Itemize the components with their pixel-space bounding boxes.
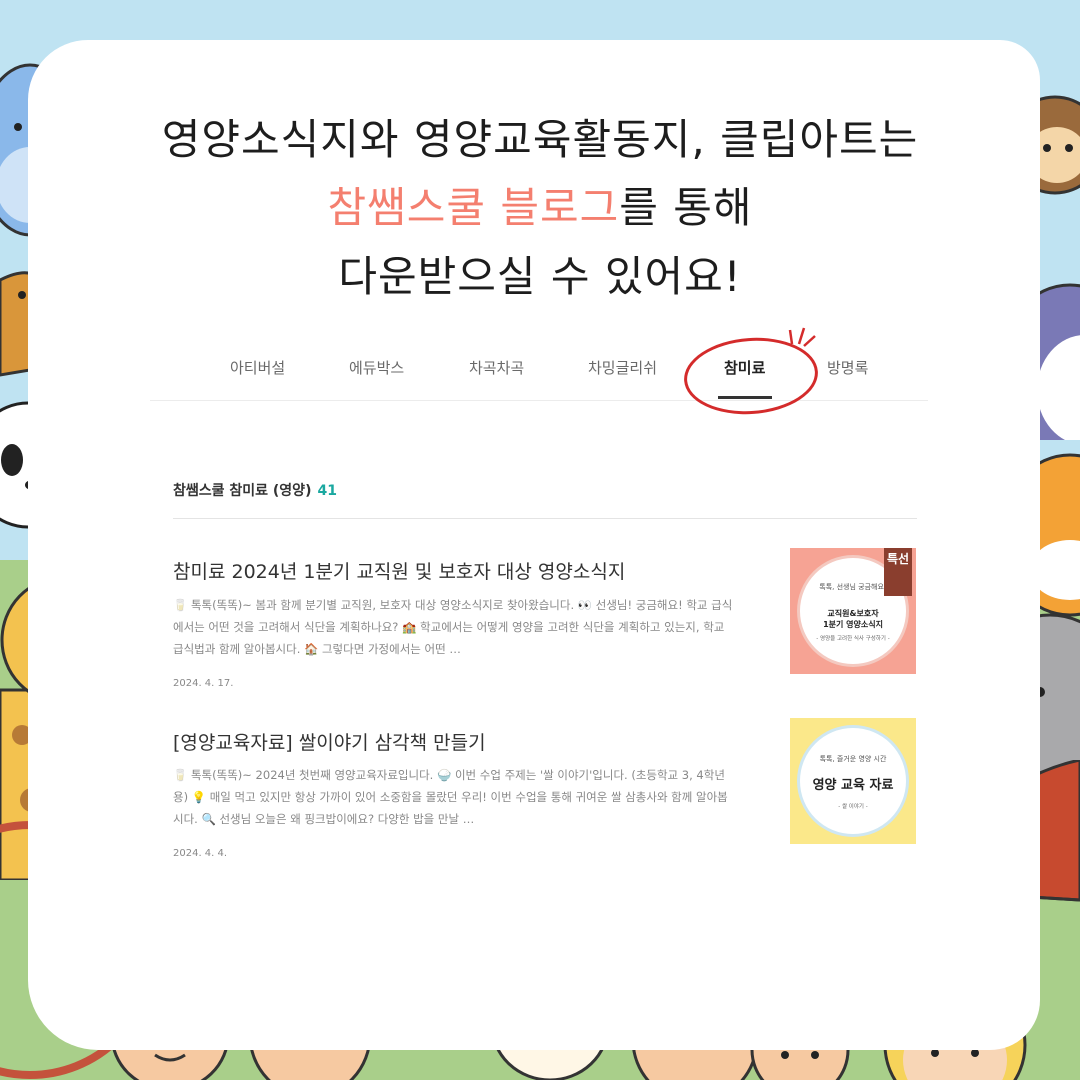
section-title: 참쌤스쿨 참미료 (영양) 41: [173, 480, 337, 500]
post-excerpt: 🥛 톡톡(똑똑)~ 봄과 함께 분기별 교직원, 보호자 대상 영양소식지로 찾…: [173, 598, 733, 656]
post-date: 2024. 4. 4.: [173, 848, 228, 859]
thumbnail-subtitle: - 영양을 고려한 식사 구성하기 -: [816, 636, 890, 642]
post-title[interactable]: [영양교육자료] 쌀이야기 삼각책 만들기: [173, 728, 486, 755]
section-title-text: 참쌤스쿨 참미료 (영양): [173, 483, 312, 499]
post-thumbnail[interactable]: 톡톡, 선생님 궁금해요! 교직원&보호자 1분기 영양소식지 - 영양을 고려…: [790, 548, 916, 674]
headline-line-1: 영양소식지와 영양교육활동지, 클립아트는: [161, 115, 919, 164]
tab-chagokchagok[interactable]: 차곡차곡: [469, 357, 524, 378]
headline-line-2-rest: 를 통해: [619, 183, 753, 232]
post-title[interactable]: 참미료 2024년 1분기 교직원 및 보호자 대상 영양소식지: [173, 557, 625, 584]
tab-artiverse[interactable]: 아티버설: [230, 357, 285, 378]
headline-line-3: 다운받으실 수 있어요!: [338, 252, 742, 301]
thumbnail-subtitle: - 쌀 이야기 -: [838, 804, 868, 810]
post-date: 2024. 4. 17.: [173, 678, 234, 689]
tab-guestbook[interactable]: 방명록: [827, 357, 868, 378]
thumbnail-badge: 톡톡, 즐거운 영양 시간 영양 교육 자료 - 쌀 이야기 -: [800, 728, 906, 834]
headline-line-2: 참쌤스쿨 블로그를 통해: [0, 174, 1080, 235]
tab-edubox[interactable]: 에듀박스: [349, 357, 404, 378]
thumbnail-tagline: 톡톡, 즐거운 영양 시간: [819, 755, 887, 763]
post-count: 41: [317, 483, 337, 499]
emphasis-lines-icon: [788, 327, 816, 347]
special-ribbon: 특선: [884, 548, 912, 596]
post-thumbnail[interactable]: 톡톡, 즐거운 영양 시간 영양 교육 자료 - 쌀 이야기 -: [790, 718, 916, 844]
tab-divider: [150, 400, 928, 401]
section-divider: [173, 518, 917, 519]
page: 영양소식지와 영양교육활동지, 클립아트는 참쌤스쿨 블로그를 통해 다운받으실…: [0, 0, 1080, 1080]
thumbnail-title-line-2: 1분기 영양소식지: [823, 620, 883, 629]
tab-charming-english[interactable]: 차밍글리쉬: [588, 357, 657, 378]
thumbnail-title-line-1: 교직원&보호자: [827, 609, 879, 618]
thumbnail-title: 영양 교육 자료: [812, 778, 894, 793]
headline-blog-name: 참쌤스쿨 블로그: [327, 183, 620, 232]
post-excerpt: 🥛 톡톡(똑똑)~ 2024년 첫번째 영양교육자료입니다. 🍚 이번 수업 주…: [173, 768, 728, 826]
